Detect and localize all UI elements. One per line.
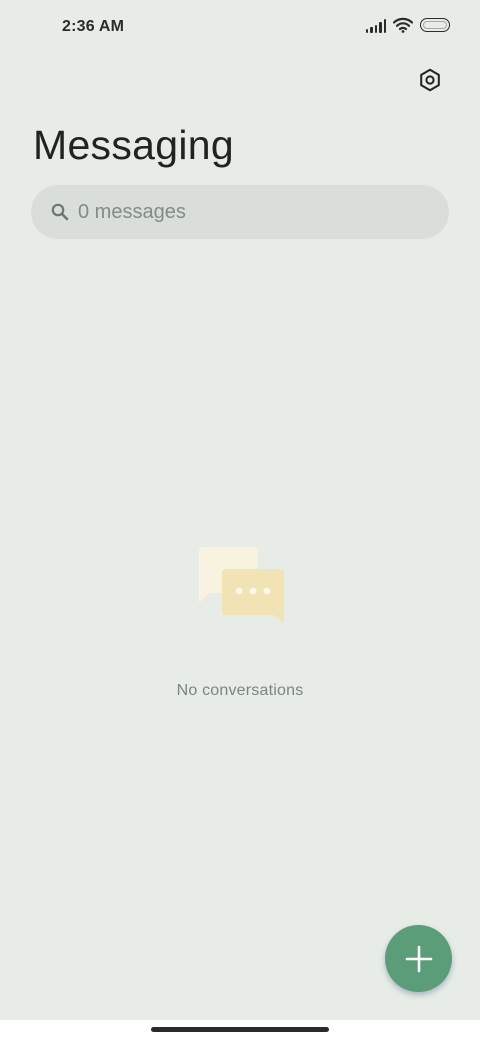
wifi-icon xyxy=(393,17,413,33)
messaging-screen: 2:36 AM Messaging 0 messages No conversa… xyxy=(0,0,480,1040)
page-title: Messaging xyxy=(33,122,234,168)
search-icon xyxy=(51,203,69,221)
new-conversation-button[interactable] xyxy=(385,925,452,992)
chat-bubbles-icon xyxy=(199,547,284,623)
search-input[interactable] xyxy=(78,185,428,239)
status-time: 2:36 AM xyxy=(62,18,125,35)
settings-hexagon-icon xyxy=(420,68,440,92)
plus-icon xyxy=(405,945,432,972)
settings-button[interactable] xyxy=(412,62,448,98)
signal-icon xyxy=(365,17,386,33)
status-bar: 2:36 AM xyxy=(0,0,480,56)
status-icons xyxy=(365,17,450,33)
battery-icon xyxy=(420,18,450,32)
navigation-bar xyxy=(0,1020,480,1040)
search-bar[interactable] xyxy=(31,185,449,239)
home-indicator[interactable] xyxy=(151,1027,329,1032)
empty-state-text: No conversations xyxy=(176,682,304,699)
